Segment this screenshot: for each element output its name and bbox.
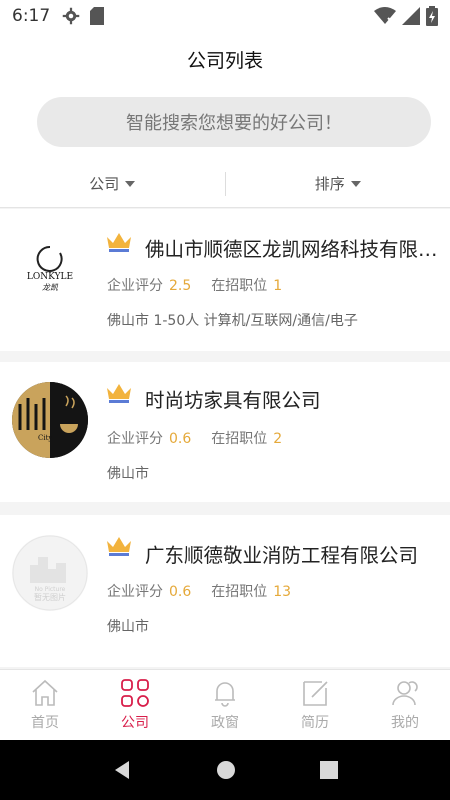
company-logo: No Picture 暂无图片 — [12, 535, 88, 611]
user-icon — [392, 681, 418, 706]
company-name: 广东顺德敬业消防工程有限公司 — [145, 544, 419, 567]
filter-sort-dropdown[interactable]: 排序 — [226, 173, 450, 194]
recents-icon[interactable] — [319, 760, 339, 780]
logo-text: LONKYLE — [27, 272, 73, 282]
edit-icon — [303, 681, 328, 706]
caret-down-icon — [350, 180, 361, 187]
company-card[interactable]: City 时尚坊家具有限公司 企业评分 0.6 在招职位 2 佛山市 — [0, 362, 450, 502]
settings-icon — [62, 7, 80, 25]
tab-mine[interactable]: 我的 — [360, 670, 450, 740]
tab-label: 简历 — [301, 715, 329, 731]
search-section: 智能搜索您想要的好公司！ — [0, 87, 450, 160]
home-icon — [32, 679, 58, 706]
crown-icon — [107, 537, 131, 556]
company-tags: 佛山市 — [107, 619, 149, 635]
bottom-tab-bar: 首页 公司 政窗 简历 我的 — [0, 669, 450, 740]
status-bar: 6:17 — [0, 0, 450, 32]
system-nav-bar — [0, 740, 450, 800]
tab-label: 首页 — [31, 715, 59, 731]
tab-label: 我的 — [391, 715, 419, 731]
filter-bar: 公司 排序 — [0, 160, 450, 208]
company-card[interactable]: LONKYLE 龙凯 佛山市顺德区龙凯网络科技有限公司 企业评分 2.5 在招职… — [0, 209, 450, 351]
tab-company[interactable]: 公司 — [90, 670, 180, 740]
rating-value: 2.5 — [169, 278, 192, 294]
tab-label: 公司 — [121, 715, 149, 731]
company-meta: 企业评分 0.6 在招职位 2 — [107, 428, 296, 448]
jobs-value: 2 — [273, 431, 283, 447]
company-grid-icon — [121, 679, 149, 707]
tab-resume[interactable]: 简历 — [270, 670, 360, 740]
jobs-label: 在招职位 — [211, 584, 268, 600]
filter-sort-label: 排序 — [314, 175, 345, 193]
filter-company-dropdown[interactable]: 公司 — [0, 173, 225, 194]
signal-icon — [402, 7, 420, 25]
rating-label: 企业评分 — [107, 431, 163, 447]
search-input[interactable]: 智能搜索您想要的好公司！ — [37, 97, 431, 147]
company-meta: 企业评分 2.5 在招职位 1 — [107, 275, 296, 295]
rating-label: 企业评分 — [107, 278, 163, 294]
caret-down-icon — [125, 180, 136, 187]
tab-policy[interactable]: 政窗 — [180, 670, 270, 740]
page-title: 公司列表 — [186, 50, 263, 72]
home-button-icon[interactable] — [215, 759, 237, 781]
battery-icon — [426, 6, 438, 26]
crown-icon — [107, 233, 131, 252]
jobs-label: 在招职位 — [211, 431, 268, 447]
wifi-icon — [374, 7, 396, 25]
status-time: 6:17 — [12, 6, 51, 26]
company-card[interactable]: No Picture 暂无图片 广东顺德敬业消防工程有限公司 企业评分 0.6 … — [0, 515, 450, 667]
filter-company-label: 公司 — [89, 175, 120, 193]
company-tags: 佛山市 1-50人 计算机/互联网/通信/电子 — [107, 313, 358, 329]
logo-text: 暂无图片 — [34, 592, 66, 602]
company-list: LONKYLE 龙凯 佛山市顺德区龙凯网络科技有限公司 企业评分 2.5 在招职… — [0, 209, 450, 667]
rating-label: 企业评分 — [107, 584, 163, 600]
sd-card-icon — [90, 7, 105, 25]
jobs-value: 13 — [273, 584, 292, 600]
logo-text: 龙凯 — [42, 283, 59, 292]
jobs-value: 1 — [273, 278, 283, 294]
bell-icon — [215, 682, 235, 707]
company-meta: 企业评分 0.6 在招职位 13 — [107, 581, 305, 601]
company-tags: 佛山市 — [107, 466, 149, 482]
header: 公司列表 — [0, 32, 450, 87]
logo-text: No Picture — [35, 586, 66, 593]
back-icon[interactable] — [111, 759, 133, 781]
company-name: 佛山市顺德区龙凯网络科技有限公司 — [145, 238, 440, 261]
tab-label: 政窗 — [211, 715, 239, 731]
rating-value: 0.6 — [169, 584, 192, 600]
search-placeholder: 智能搜索您想要的好公司！ — [126, 113, 342, 134]
jobs-label: 在招职位 — [211, 278, 268, 294]
crown-icon — [107, 384, 131, 403]
tab-home[interactable]: 首页 — [0, 670, 90, 740]
logo-text: City — [38, 434, 52, 442]
company-name: 时尚坊家具有限公司 — [145, 389, 321, 412]
company-logo: City — [12, 382, 88, 458]
company-logo: LONKYLE 龙凯 — [12, 235, 88, 311]
rating-value: 0.6 — [169, 431, 192, 447]
